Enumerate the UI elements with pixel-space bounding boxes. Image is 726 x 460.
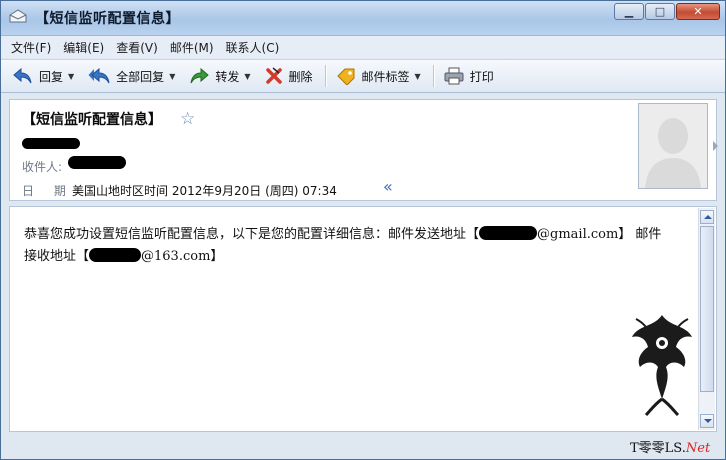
toolbar: 回复 ▼ 全部回复 ▼ 转发 ▼ 删除 邮件标签 ▼ 打印 bbox=[1, 59, 725, 93]
tag-dropdown-icon[interactable]: ▼ bbox=[415, 72, 421, 81]
body-line1-prefix: 恭喜您成功设置短信监听配置信息，以下是您的配置详细信息：邮件发送地址【 bbox=[24, 227, 480, 242]
delete-icon bbox=[265, 67, 282, 84]
tag-icon bbox=[336, 68, 355, 85]
menu-view[interactable]: 查看(V) bbox=[116, 39, 158, 56]
message-text: 恭喜您成功设置短信监听配置信息，以下是您的配置详细信息：邮件发送地址【 @gmai… bbox=[24, 224, 694, 268]
receiver-address-redacted bbox=[89, 248, 142, 262]
maximize-button[interactable]: □ bbox=[645, 3, 675, 20]
star-icon[interactable]: ☆ bbox=[180, 109, 195, 129]
message-body: 恭喜您成功设置短信监听配置信息，以下是您的配置详细信息：邮件发送地址【 @gmai… bbox=[9, 206, 717, 456]
tag-label: 邮件标签 bbox=[361, 69, 410, 84]
delete-label: 删除 bbox=[288, 69, 313, 84]
reply-all-icon bbox=[88, 67, 110, 84]
recipient-redacted[interactable] bbox=[68, 156, 126, 169]
toolbar-separator bbox=[324, 65, 326, 87]
message-subject: 【短信监听配置信息】 bbox=[22, 112, 162, 128]
toolbar-separator bbox=[432, 65, 434, 87]
side-panel-arrow-icon[interactable] bbox=[713, 141, 718, 151]
watermark-text: T零零LS.Net bbox=[630, 437, 710, 456]
sender-redacted bbox=[22, 138, 80, 149]
reply-button[interactable]: 回复 ▼ bbox=[9, 63, 78, 89]
forward-button[interactable]: 转发 ▼ bbox=[185, 63, 254, 89]
reply-all-button[interactable]: 全部回复 ▼ bbox=[84, 63, 179, 89]
tag-button[interactable]: 邮件标签 ▼ bbox=[332, 63, 425, 89]
print-icon bbox=[444, 67, 464, 85]
window-title: 【短信监听配置信息】 bbox=[35, 11, 180, 27]
menu-mail[interactable]: 邮件(M) bbox=[170, 39, 214, 56]
delete-button[interactable]: 删除 bbox=[261, 63, 317, 89]
print-label: 打印 bbox=[469, 69, 494, 84]
print-button[interactable]: 打印 bbox=[440, 63, 498, 89]
title-bar: 【短信监听配置信息】 ▁ □ ✕ bbox=[1, 1, 725, 36]
close-button[interactable]: ✕ bbox=[676, 3, 720, 20]
reply-all-label: 全部回复 bbox=[116, 69, 165, 84]
watermark-text-net: Net bbox=[685, 441, 711, 456]
watermark-dragon-logo bbox=[632, 315, 692, 417]
scroll-thumb[interactable] bbox=[700, 226, 714, 392]
body-line2-suffix: @163.com】 bbox=[141, 249, 224, 264]
reply-icon bbox=[13, 67, 32, 84]
forward-dropdown-icon[interactable]: ▼ bbox=[244, 72, 250, 81]
collapse-icon[interactable]: « bbox=[383, 177, 393, 196]
mail-window: 【短信监听配置信息】 ▁ □ ✕ 文件(F) 编辑(E) 查看(V) 邮件(M)… bbox=[0, 0, 726, 460]
avatar-icon bbox=[639, 104, 707, 188]
forward-label: 转发 bbox=[215, 69, 240, 84]
reply-label: 回复 bbox=[39, 69, 64, 84]
scroll-up-icon[interactable] bbox=[700, 210, 714, 224]
minimize-button[interactable]: ▁ bbox=[614, 3, 644, 20]
recipient-label: 收件人: bbox=[22, 160, 63, 174]
app-envelope-icon bbox=[9, 9, 27, 23]
scroll-down-icon[interactable] bbox=[700, 414, 714, 428]
watermark-text-main: T零零LS. bbox=[630, 441, 686, 456]
reply-all-dropdown-icon[interactable]: ▼ bbox=[169, 72, 175, 81]
menu-contacts[interactable]: 联系人(C) bbox=[226, 39, 280, 56]
menu-bar: 文件(F) 编辑(E) 查看(V) 邮件(M) 联系人(C) bbox=[1, 36, 725, 58]
body-line2-prefix: 接收地址【 bbox=[24, 249, 90, 264]
vertical-scrollbar[interactable] bbox=[698, 208, 715, 430]
menu-file[interactable]: 文件(F) bbox=[11, 39, 51, 56]
reply-dropdown-icon[interactable]: ▼ bbox=[68, 72, 74, 81]
sender-address-redacted bbox=[479, 226, 538, 240]
body-line1-suffix: @gmail.com】 邮件 bbox=[537, 227, 662, 242]
date-value: 美国山地时区时间 2012年9月20日 (周四) 07:34 bbox=[72, 184, 337, 198]
avatar[interactable] bbox=[638, 103, 708, 189]
message-header: 【短信监听配置信息】 ☆ 收件人: 日 期: 美国山地时区时间 2012年9月2… bbox=[9, 99, 717, 201]
forward-icon bbox=[190, 67, 210, 84]
menu-edit[interactable]: 编辑(E) bbox=[63, 39, 104, 56]
